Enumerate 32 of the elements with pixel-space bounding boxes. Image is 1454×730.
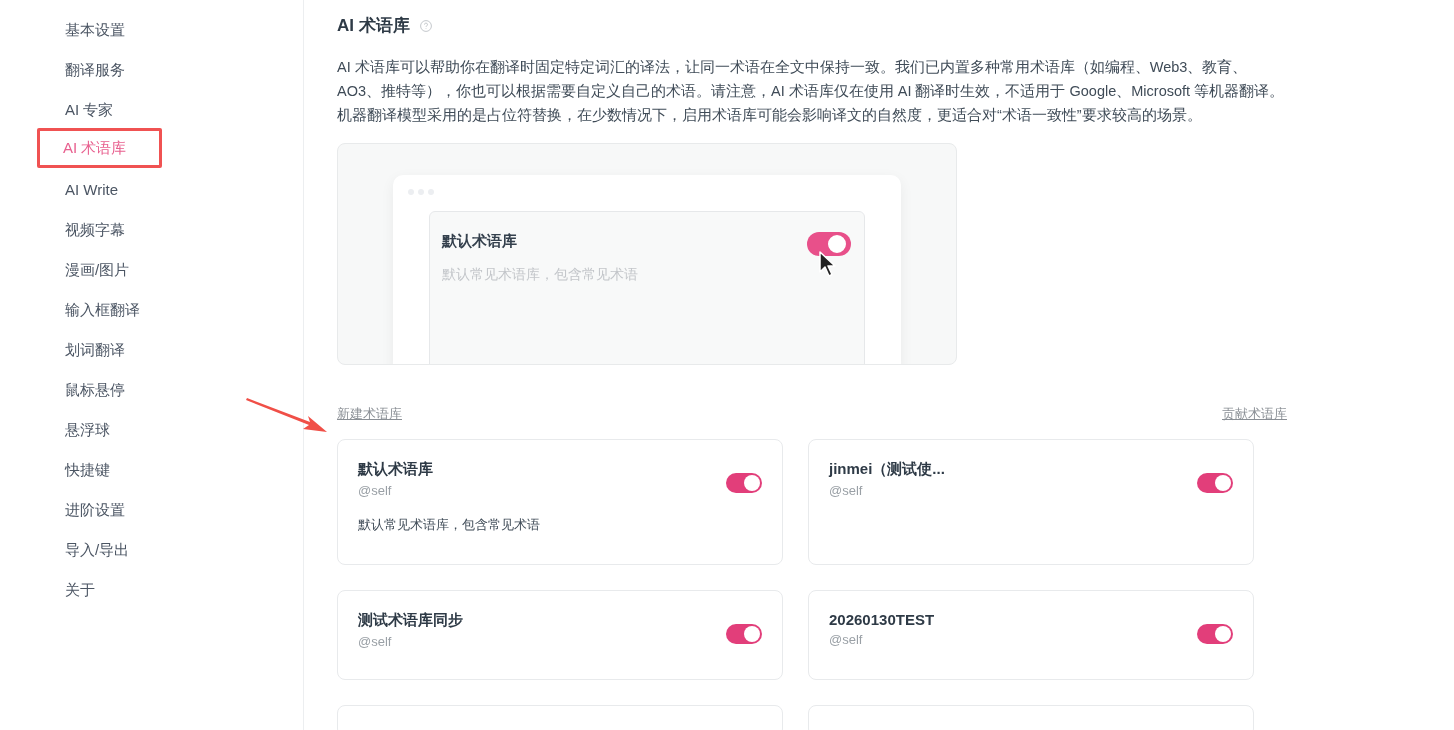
glossary-author: @self [829, 632, 864, 647]
toggle-switch[interactable] [1197, 624, 1233, 644]
glossary-author: @self [358, 634, 393, 649]
toggle-switch[interactable] [1197, 473, 1233, 493]
glossary-name: 测试术语库同步 [358, 611, 463, 630]
sidebar-item[interactable]: 进阶设置 [37, 488, 162, 528]
glossary-name: 默认术语库 [442, 232, 517, 251]
sidebar-item[interactable]: AI 专家 [37, 88, 162, 128]
glossary-name: 默认术语库 [358, 460, 434, 479]
sidebar-item[interactable]: 漫画/图片 [37, 248, 162, 288]
section-description: AI 术语库可以帮助你在翻译时固定特定词汇的译法，让同一术语在全文中保持一致。我们已内置多种常用术语库（如编程、Web3、教育、AO3、推特等），你也可以根据需要自定义自己的术语。请注意，AI 术语库仅在使用 AI 翻译时生效，不适用于 Google、Microsoft 等机器翻译。机器翻译模型采用的是占位符替换，在少数情况下，启用术语库可能会影响译文的自然度，更适合对“术语一致性”要求较高的场景。 [337, 58, 1286, 125]
glossary-name: 20260130TEST [829, 611, 935, 628]
sidebar-item[interactable]: 快捷键 [37, 448, 162, 488]
glossary-name: jinmei（测试使... [829, 460, 945, 479]
sidebar-item[interactable]: 翻译服务 [37, 48, 162, 88]
sidebar-item[interactable]: AI Write [37, 168, 162, 208]
sidebar-item[interactable]: 导入/导出 [37, 528, 162, 568]
sidebar-item[interactable]: 划词翻译 [37, 328, 162, 368]
glossary-description: 默认常见术语库，包含常见术语 [358, 516, 540, 534]
sidebar-item[interactable]: 视频字幕 [37, 208, 162, 248]
sidebar-item[interactable]: 输入框翻译 [37, 288, 162, 328]
toggle-switch[interactable] [726, 473, 762, 493]
sidebar-item[interactable]: 基本设置 [37, 8, 162, 48]
sidebar-item[interactable]: 关于 [37, 568, 162, 608]
cursor-icon [818, 250, 838, 278]
toggle-switch[interactable] [807, 232, 851, 256]
toggle-switch[interactable] [726, 624, 762, 644]
sidebar-item[interactable]: 鼠标悬停 [37, 368, 162, 408]
sidebar-item[interactable]: 悬浮球 [37, 408, 162, 448]
glossary-author: @self [358, 483, 393, 498]
glossary-author: @self [829, 483, 864, 498]
section-title: AI 术语库 [337, 15, 410, 37]
